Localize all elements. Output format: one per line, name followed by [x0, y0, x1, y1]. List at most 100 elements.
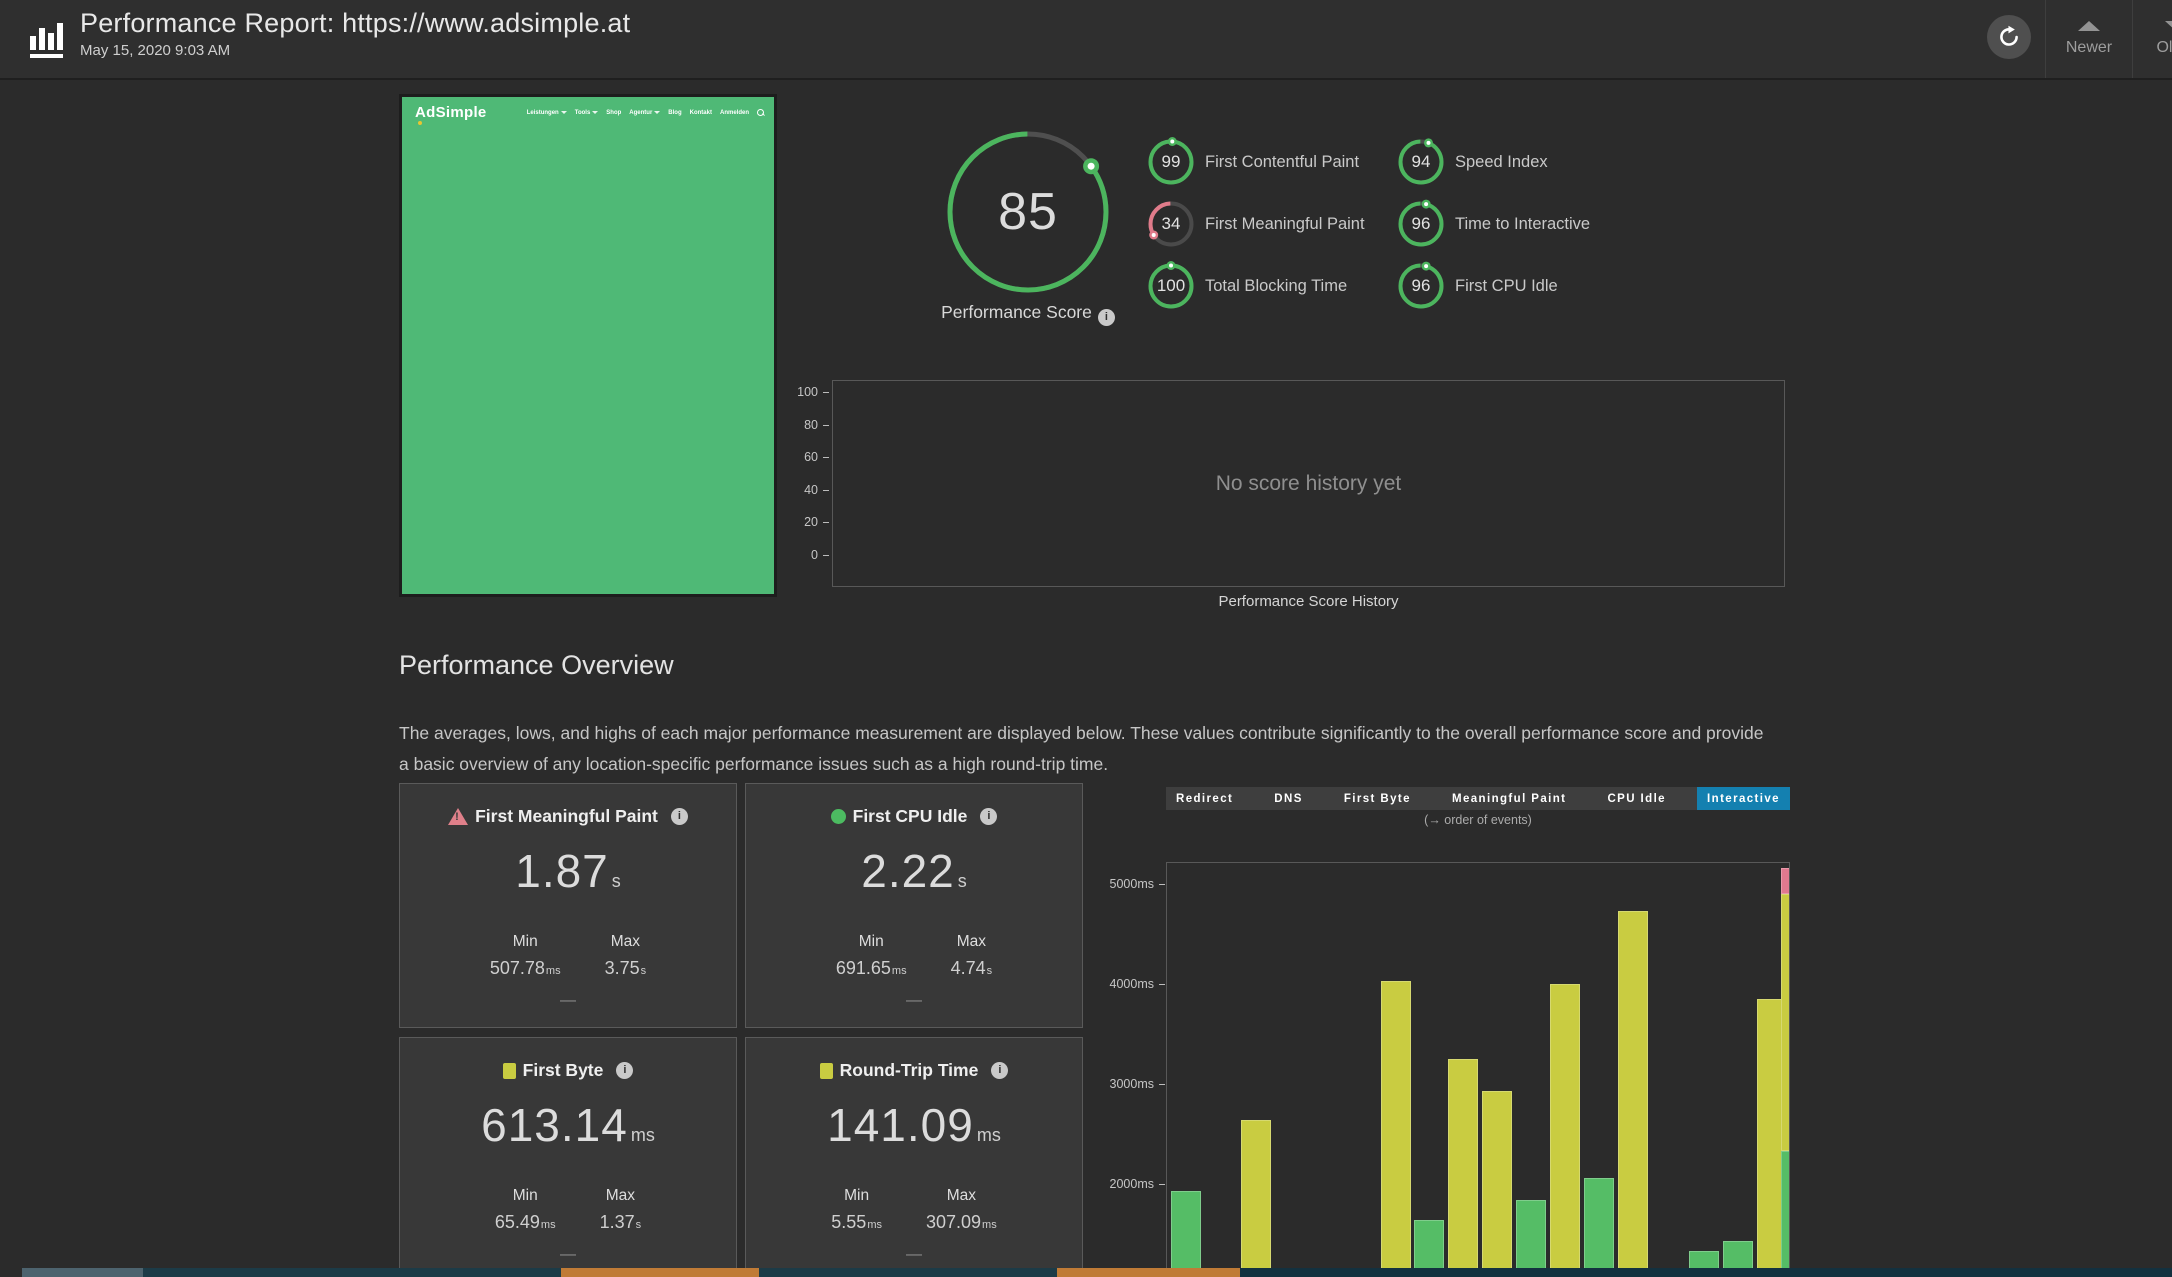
metric-label: First CPU Idle	[1455, 277, 1558, 296]
chart-bar-yellow	[1781, 894, 1790, 1151]
chart-tick-mark	[1159, 984, 1165, 985]
site-screenshot-thumbnail: AdSimple LeistungenToolsShopAgenturBlogK…	[399, 94, 777, 597]
chart-y-axis: 5000ms4000ms3000ms2000ms	[1080, 862, 1166, 1277]
history-tick-label: 100	[797, 385, 818, 399]
caret-down-icon	[592, 111, 598, 114]
header-divider	[2045, 0, 2046, 78]
chart-bar-yellow	[1381, 981, 1411, 1277]
metric-label: Time to Interactive	[1455, 215, 1590, 234]
card-title: First Meaningful Paint i	[400, 806, 736, 827]
overview-heading: Performance Overview	[399, 650, 674, 681]
chart-bar-green	[1781, 1151, 1790, 1277]
card-min-max: Min65.49ms Max1.37s	[400, 1187, 736, 1233]
info-icon[interactable]: i	[616, 1062, 633, 1079]
performance-score-value: 85	[940, 124, 1116, 300]
warning-icon	[448, 808, 468, 825]
ring-icon: 96	[1396, 261, 1446, 311]
header: Performance Report: https://www.adsimple…	[0, 0, 2172, 80]
history-tick-label: 80	[804, 418, 818, 432]
legend-redirect[interactable]: Redirect	[1166, 787, 1243, 810]
history-tick-mark	[823, 522, 829, 523]
chart-tick-label: 5000ms	[1110, 877, 1154, 891]
card-min-max: Min5.55ms Max307.09ms	[746, 1187, 1082, 1233]
legend-dns[interactable]: DNS	[1264, 787, 1312, 810]
chart-bar-yellow	[1550, 984, 1580, 1277]
card-title-text: First Byte	[523, 1060, 604, 1081]
search-icon	[757, 109, 764, 116]
chart-bar-yellow	[1618, 911, 1648, 1277]
logo-dot	[418, 121, 422, 125]
ring-icon: 99	[1146, 137, 1196, 187]
legend-cpu-idle[interactable]: CPU Idle	[1597, 787, 1676, 810]
card-first-byte: First Bytei613.14msMin65.49msMax1.37s—	[399, 1037, 737, 1277]
info-icon[interactable]: i	[1098, 309, 1115, 326]
refresh-button[interactable]	[1987, 15, 2031, 59]
legend-interactive[interactable]: Interactive	[1697, 787, 1790, 810]
history-empty-text: No score history yet	[833, 381, 1784, 586]
card-max: Max307.09ms	[926, 1187, 997, 1233]
card-min: Min691.65ms	[836, 933, 907, 979]
info-icon[interactable]: i	[671, 808, 688, 825]
card-max: Max3.75s	[605, 933, 647, 979]
chart-bar-yellow	[1241, 1120, 1271, 1277]
newer-label: Newer	[2066, 39, 2112, 57]
metric-time-to-interactive: 96 Time to Interactive	[1396, 199, 1590, 249]
strip-segment	[759, 1268, 1057, 1277]
header-divider	[2132, 0, 2133, 78]
card-max: Max1.37s	[600, 1187, 642, 1233]
card-title-text: First Meaningful Paint	[475, 806, 658, 827]
metric-score: 100	[1146, 261, 1196, 311]
card-min: Min65.49ms	[495, 1187, 556, 1233]
info-icon[interactable]: i	[980, 808, 997, 825]
history-y-axis: 100806040200	[744, 380, 830, 587]
page-title: Performance Report: https://www.adsimple…	[80, 8, 630, 39]
history-tick-mark	[823, 392, 829, 393]
legend-meaningful-paint[interactable]: Meaningful Paint	[1442, 787, 1576, 810]
card-value: 1.87s	[400, 843, 736, 909]
site-logo: AdSimple	[415, 104, 487, 121]
older-button[interactable]: Older	[2136, 0, 2172, 78]
bar-chart-icon	[22, 14, 72, 64]
site-nav: LeistungenToolsShopAgenturBlogKontaktAnm…	[527, 109, 764, 116]
arrow-down-icon	[2165, 21, 2172, 31]
card-min: Min5.55ms	[831, 1187, 882, 1233]
metric-label: First Contentful Paint	[1205, 153, 1359, 172]
card-min-max: Min691.65ms Max4.74s	[746, 933, 1082, 979]
site-nav-tools: Tools	[575, 110, 599, 116]
yellow-square-icon	[503, 1063, 516, 1079]
metric-label: First Meaningful Paint	[1205, 215, 1365, 234]
card-placeholder: —	[400, 992, 736, 1010]
history-tick-label: 0	[811, 548, 818, 562]
history-tick-label: 40	[804, 483, 818, 497]
card-placeholder: —	[746, 992, 1082, 1010]
card-max: Max4.74s	[951, 933, 993, 979]
chart-tick-label: 2000ms	[1110, 1177, 1154, 1191]
legend-first-byte[interactable]: First Byte	[1334, 787, 1421, 810]
card-first-meaningful-paint: First Meaningful Paint i 1.87s Min507.78ms M…	[399, 783, 737, 1028]
card-value: 141.09ms	[746, 1097, 1082, 1163]
history-tick-mark	[823, 490, 829, 491]
ring-icon: 96	[1396, 199, 1446, 249]
metric-ring-column-1: 99First Contentful Paint 34First Meaning…	[1146, 137, 1365, 323]
chart-bar-yellow	[1482, 1091, 1512, 1277]
next-section-strip	[0, 1268, 2172, 1277]
card-min: Min507.78ms	[490, 933, 561, 979]
site-nav-anmelden: Anmelden	[720, 110, 749, 116]
history-tick-mark	[823, 555, 829, 556]
newer-button[interactable]: Newer	[2048, 0, 2130, 78]
performance-score-label: Performance Scorei	[878, 302, 1178, 326]
metric-speed-index: 94Speed Index	[1396, 137, 1590, 187]
history-tick-mark	[823, 425, 829, 426]
card-value: 2.22s	[746, 843, 1082, 909]
chart-bar-yellow	[1448, 1059, 1478, 1277]
chart-tick-label: 3000ms	[1110, 1077, 1154, 1091]
metric-ring-column-2: 94Speed Index 96 Time to Interactive 96 Fi…	[1396, 137, 1590, 323]
green-dot-icon	[831, 809, 846, 824]
chart-bar-green	[1516, 1200, 1546, 1277]
info-icon[interactable]: i	[991, 1062, 1008, 1079]
caret-down-icon	[654, 111, 660, 114]
metric-score: 96	[1396, 199, 1446, 249]
score-history-panel: No score history yet	[832, 380, 1785, 587]
site-nav-kontakt: Kontakt	[690, 110, 712, 116]
strip-segment	[1057, 1268, 1240, 1277]
